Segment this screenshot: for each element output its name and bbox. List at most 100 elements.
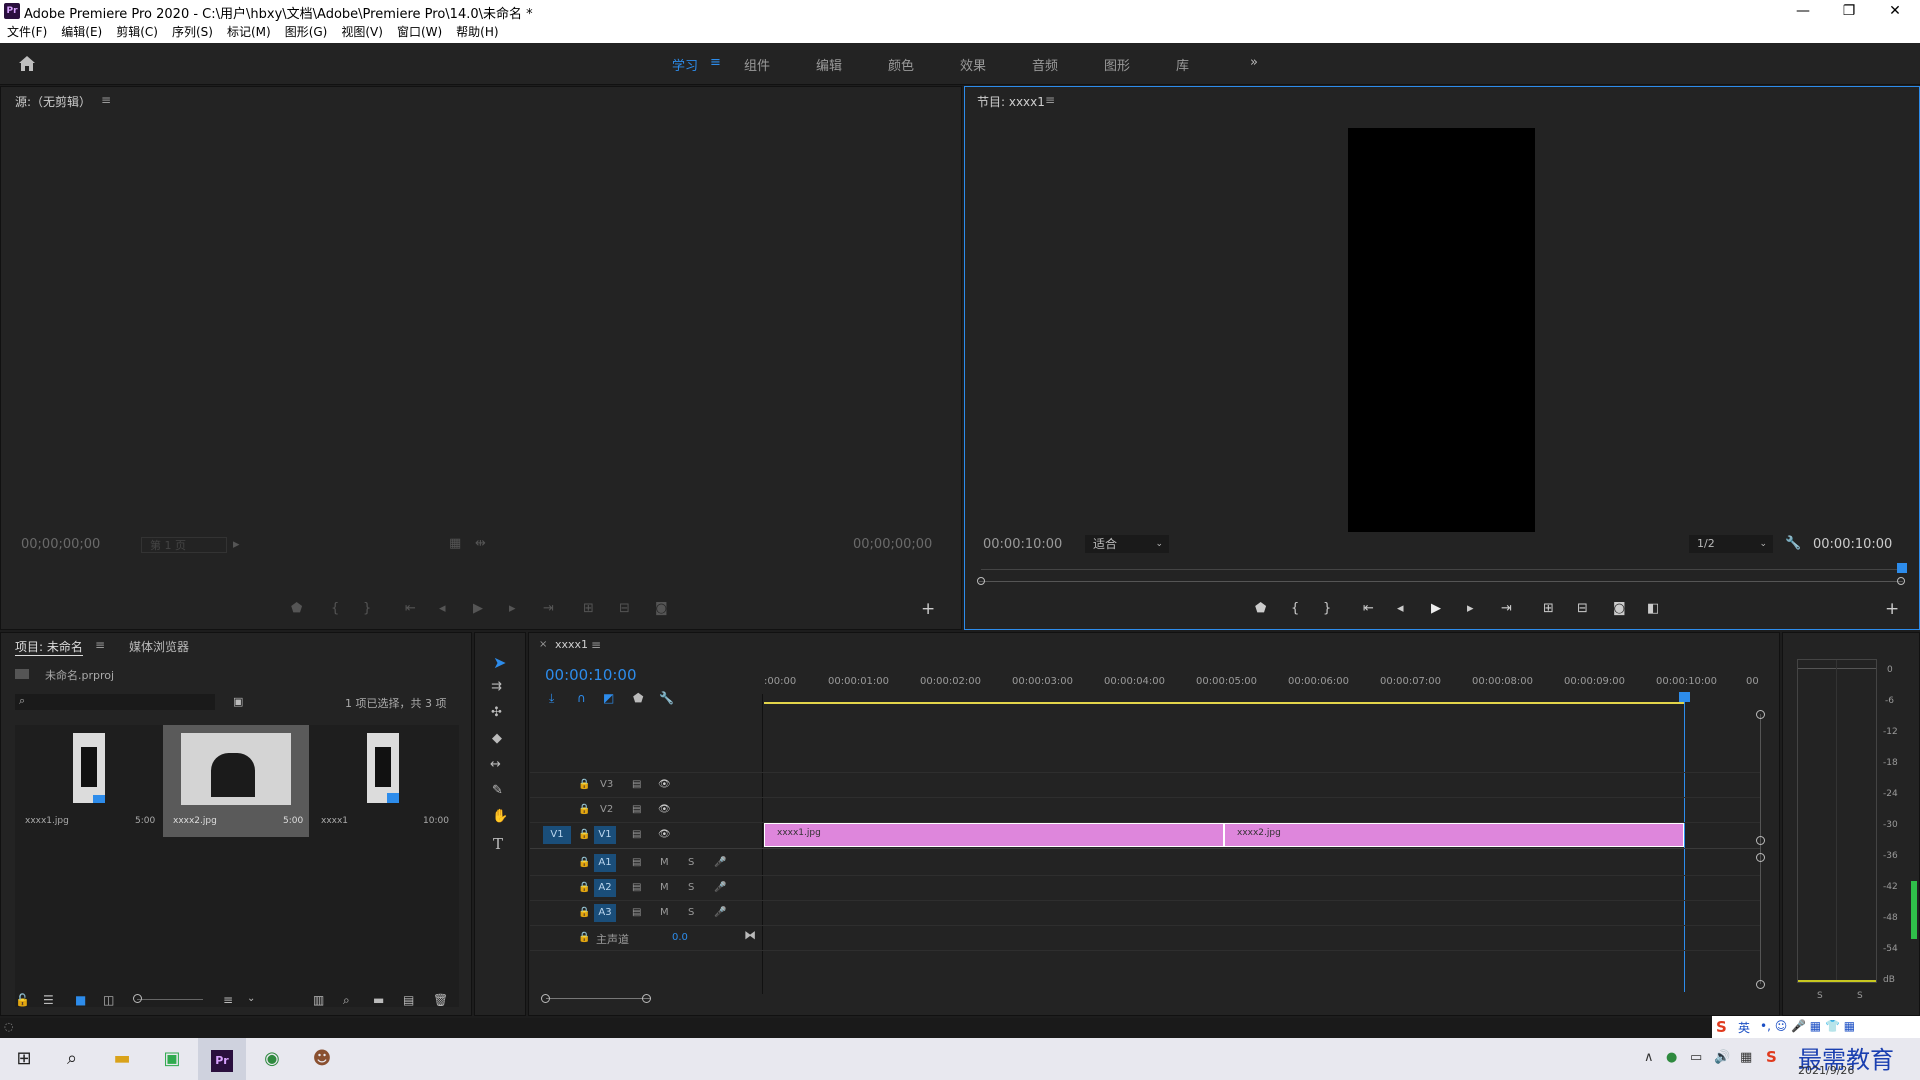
new-search-bin-icon[interactable]: ▣ [233, 695, 243, 708]
sequence-tab[interactable]: xxxx1 [555, 638, 588, 651]
scroll-handle[interactable] [1756, 853, 1765, 862]
scroll-handle[interactable] [1756, 980, 1765, 989]
compare-view-icon[interactable]: ◧ [1647, 601, 1659, 616]
work-area-bar[interactable] [764, 702, 1684, 704]
ime-tools-icon[interactable]: •, ☺ 🎤 ▦ 👕 ▦ [1760, 1019, 1855, 1033]
workspace-overflow-icon[interactable]: » [1250, 55, 1258, 70]
tab-media-browser[interactable]: 媒体浏览器 [129, 638, 189, 655]
start-button-icon[interactable]: ⊞ [0, 1038, 48, 1080]
extract-icon[interactable]: ⊟ [1577, 601, 1588, 616]
sync-lock-icon[interactable]: ▤ [632, 907, 641, 918]
mute-button[interactable]: M [660, 907, 669, 918]
lift-icon[interactable]: ⊞ [1543, 601, 1554, 616]
source-patch-v1[interactable]: V1 [543, 826, 571, 844]
menu-marker[interactable]: 标记(M) [220, 22, 278, 43]
workspace-color[interactable]: 颜色 [888, 55, 914, 74]
panel-menu-icon[interactable]: ≡ [95, 638, 105, 652]
slider-handle[interactable] [133, 994, 142, 1003]
source-page-select[interactable]: 第 1 页 [141, 537, 227, 553]
eye-icon[interactable]: 👁 [658, 779, 671, 790]
scroll-handle[interactable] [1756, 836, 1765, 845]
workspace-libraries[interactable]: 库 [1176, 55, 1189, 74]
sync-lock-icon[interactable]: ▤ [632, 882, 641, 893]
menu-view[interactable]: 视图(V) [334, 22, 390, 43]
voice-over-mic-icon[interactable]: 🎤 [714, 882, 726, 893]
track-select-tool-icon[interactable]: ⇉ [491, 679, 502, 694]
project-item[interactable]: xxxx1 10:00 [311, 725, 457, 837]
chevron-up-icon[interactable]: ∧ [1644, 1050, 1654, 1065]
button-editor-plus-icon[interactable]: + [1885, 599, 1899, 619]
workspace-learning[interactable]: 学习 [672, 55, 698, 74]
playback-resolution-select[interactable]: 1/2 ⌄ [1689, 535, 1773, 553]
go-to-in-icon[interactable]: ⇤ [405, 601, 416, 616]
zoom-level-select[interactable]: 适合 ⌄ [1085, 535, 1169, 553]
lock-icon[interactable]: 🔒 [578, 907, 590, 918]
ripple-edit-tool-icon[interactable]: ✣ [491, 705, 502, 720]
ime-lang-toggle[interactable]: 英 [1738, 1019, 1750, 1036]
sort-icon[interactable]: ≡ [223, 993, 233, 1007]
panel-menu-icon[interactable]: ≡ [591, 638, 601, 652]
solo-button[interactable]: S [688, 857, 694, 868]
go-to-end-icon[interactable]: ⧓ [744, 928, 756, 942]
voice-over-mic-icon[interactable]: 🎤 [714, 907, 726, 918]
workspace-menu-icon[interactable]: ≡ [710, 55, 721, 70]
mark-in-icon[interactable]: { [1291, 601, 1299, 616]
zoom-handle-right[interactable] [642, 994, 651, 1003]
track-target-a3[interactable]: A3 [594, 904, 616, 922]
scroll-handle[interactable] [1756, 710, 1765, 719]
timeline-horizontal-zoom[interactable] [546, 998, 650, 999]
find-icon[interactable]: ⌕ [343, 993, 350, 1008]
video-clip[interactable]: xxxx2.jpg [1224, 823, 1684, 847]
thumbnail-size-slider[interactable] [137, 999, 203, 1000]
ime-mode-icon[interactable]: ▦ [1740, 1050, 1752, 1065]
zoom-handle-left[interactable] [541, 994, 550, 1003]
selection-tool-icon[interactable]: ➤ [493, 653, 506, 672]
list-view-icon[interactable]: ☰ [43, 993, 54, 1007]
play-triangle-icon[interactable]: ▸ [233, 537, 240, 552]
solo-button[interactable]: S [1857, 991, 1863, 1001]
maximize-button[interactable]: ❐ [1826, 0, 1872, 22]
sogou-ime-icon[interactable]: S [1716, 1018, 1727, 1036]
sync-lock-icon[interactable]: ▤ [632, 804, 641, 815]
project-item-selected[interactable]: xxxx2.jpg 5:00 [163, 725, 309, 837]
lock-icon[interactable]: 🔒 [578, 882, 590, 893]
program-scrub-ruler[interactable] [981, 569, 1903, 570]
workspace-editing[interactable]: 编辑 [816, 55, 842, 74]
step-back-icon[interactable]: ◂ [439, 601, 446, 616]
panel-menu-icon[interactable]: ≡ [101, 93, 111, 107]
button-editor-plus-icon[interactable]: + [921, 599, 935, 619]
program-playhead[interactable] [1897, 563, 1907, 573]
camera-icon[interactable]: ◙ [1613, 601, 1626, 616]
workspace-effects[interactable]: 效果 [960, 55, 986, 74]
workspace-audio[interactable]: 音频 [1032, 55, 1058, 74]
lock-icon[interactable]: 🔒 [578, 779, 590, 790]
hand-tool-icon[interactable]: ✋ [492, 809, 508, 824]
menu-clip[interactable]: 剪辑(C) [109, 22, 165, 43]
add-marker-icon[interactable]: ⬟ [1255, 601, 1266, 616]
menu-sequence[interactable]: 序列(S) [165, 22, 220, 43]
nest-icon[interactable]: ⤓ [549, 691, 554, 706]
user-app-icon[interactable]: ☻ [298, 1038, 346, 1080]
workspace-assembly[interactable]: 组件 [744, 55, 770, 74]
freeform-view-icon[interactable]: ◫ [103, 993, 114, 1007]
lock-icon[interactable]: 🔒 [578, 829, 590, 840]
voice-over-mic-icon[interactable]: 🎤 [714, 857, 726, 868]
solo-button[interactable]: S [688, 907, 694, 918]
project-item[interactable]: xxxx1.jpg 5:00 [15, 725, 161, 837]
add-marker-icon[interactable]: ⬟ [291, 601, 302, 616]
zoom-handle-left[interactable] [977, 577, 985, 585]
menu-help[interactable]: 帮助(H) [449, 22, 505, 43]
track-target-a2[interactable]: A2 [594, 879, 616, 897]
program-panel-menu-icon[interactable]: ≡ [1045, 93, 1055, 107]
menu-window[interactable]: 窗口(W) [390, 22, 449, 43]
new-bin-icon[interactable]: ▬ [373, 993, 384, 1007]
play-icon[interactable]: ▶ [1431, 601, 1441, 616]
go-to-out-icon[interactable]: ⇥ [1501, 601, 1512, 616]
razor-tool-icon[interactable]: ◆ [492, 731, 502, 746]
solo-button[interactable]: S [1817, 991, 1823, 1001]
wrench-icon[interactable]: 🔧 [1785, 536, 1801, 551]
solo-button[interactable]: S [688, 882, 694, 893]
chevron-down-icon[interactable]: ⌄ [247, 993, 255, 1004]
close-tab-icon[interactable]: × [539, 639, 547, 650]
icon-view-icon[interactable]: ■ [75, 993, 86, 1007]
